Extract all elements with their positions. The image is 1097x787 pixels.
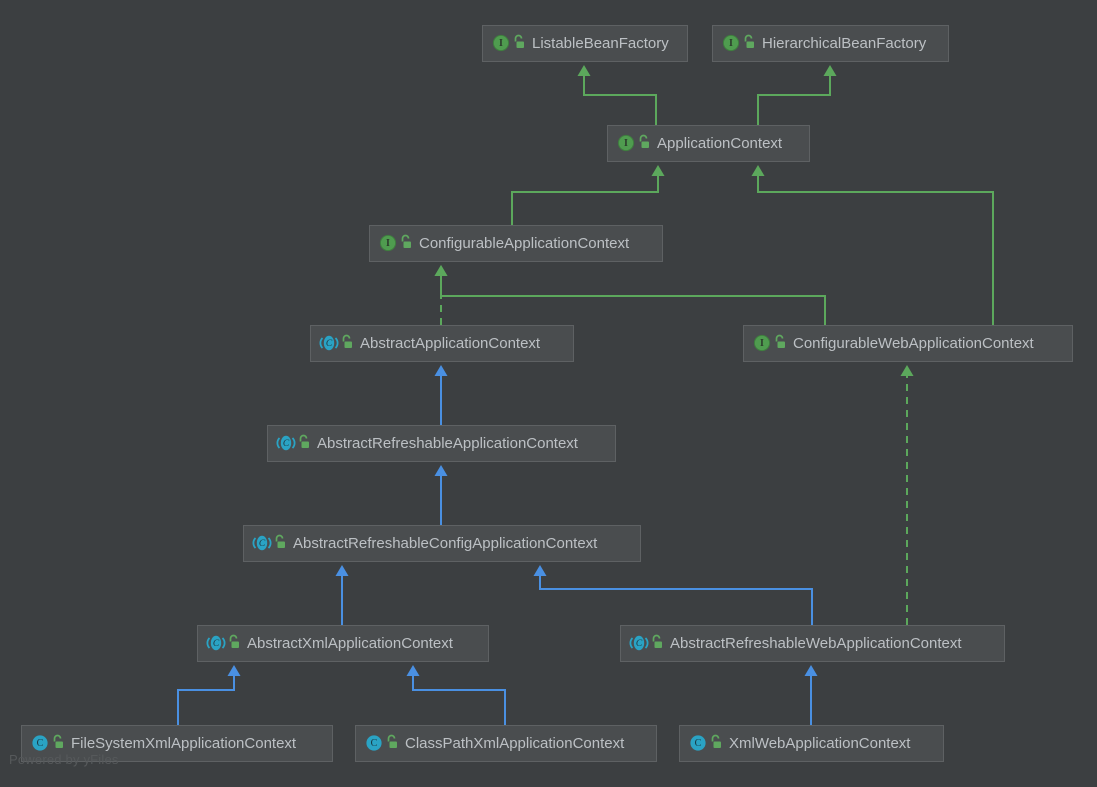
svg-text:I: I	[624, 138, 628, 149]
interface-icon: I	[722, 34, 740, 52]
svg-text:I: I	[499, 38, 503, 49]
svg-text:C: C	[695, 738, 702, 749]
node-AbstractRefreshableWebApplicationContext[interactable]: C AbstractRefreshableWebApplicationContex…	[620, 625, 1005, 662]
node-AbstractXmlApplicationContext[interactable]: C AbstractXmlApplicationContext	[197, 625, 489, 662]
node-ApplicationContext[interactable]: I ApplicationContext	[607, 125, 810, 162]
interface-icon: I	[753, 334, 771, 352]
diagram-background	[0, 0, 1097, 787]
svg-text:I: I	[760, 338, 764, 349]
node-label: AbstractXmlApplicationContext	[247, 635, 454, 652]
node-ConfigurableApplicationContext[interactable]: I ConfigurableApplicationContext	[369, 225, 663, 262]
svg-text:C: C	[371, 738, 378, 749]
node-ConfigurableWebApplicationContext[interactable]: I ConfigurableWebApplicationContext	[743, 325, 1073, 362]
node-label: ConfigurableWebApplicationContext	[793, 335, 1035, 352]
node-label: ListableBeanFactory	[532, 35, 669, 52]
svg-text:C: C	[283, 439, 290, 449]
node-label: AbstractRefreshableWebApplicationContext	[670, 635, 962, 652]
node-ListableBeanFactory[interactable]: I ListableBeanFactory	[482, 25, 688, 62]
svg-text:C: C	[326, 339, 333, 349]
interface-icon: I	[617, 134, 635, 152]
interface-icon: I	[492, 34, 510, 52]
node-AbstractApplicationContext[interactable]: C AbstractApplicationContext	[310, 325, 574, 362]
node-label: AbstractApplicationContext	[360, 335, 541, 352]
node-label: AbstractRefreshableApplicationContext	[317, 435, 579, 452]
svg-text:I: I	[386, 238, 390, 249]
class-diagram-canvas: I ListableBeanFactory I HierarchicalBeanFac…	[0, 0, 1097, 787]
node-ClassPathXmlApplicationContext[interactable]: C ClassPathXmlApplicationContext	[355, 725, 657, 762]
yfiles-watermark: Powered by yFiles	[9, 752, 119, 767]
class-icon: C	[32, 735, 48, 751]
svg-text:C: C	[37, 738, 44, 749]
node-label: ApplicationContext	[657, 135, 783, 152]
node-label: ConfigurableApplicationContext	[419, 235, 630, 252]
node-label: XmlWebApplicationContext	[729, 735, 911, 752]
node-label: HierarchicalBeanFactory	[762, 35, 927, 52]
class-icon: C	[366, 735, 382, 751]
node-label: ClassPathXmlApplicationContext	[405, 735, 625, 752]
node-AbstractRefreshableConfigApplicationContext[interactable]: C AbstractRefreshableConfigApplicationCon…	[243, 525, 641, 562]
svg-text:C: C	[213, 639, 220, 649]
class-icon: C	[690, 735, 706, 751]
interface-icon: I	[379, 234, 397, 252]
svg-text:C: C	[636, 639, 643, 649]
node-AbstractRefreshableApplicationContext[interactable]: C AbstractRefreshableApplicationContext	[267, 425, 616, 462]
node-HierarchicalBeanFactory[interactable]: I HierarchicalBeanFactory	[712, 25, 949, 62]
svg-text:C: C	[259, 539, 266, 549]
node-label: AbstractRefreshableConfigApplicationCont…	[293, 535, 598, 552]
node-label: FileSystemXmlApplicationContext	[71, 735, 297, 752]
node-XmlWebApplicationContext[interactable]: C XmlWebApplicationContext	[679, 725, 944, 762]
svg-text:I: I	[729, 38, 733, 49]
